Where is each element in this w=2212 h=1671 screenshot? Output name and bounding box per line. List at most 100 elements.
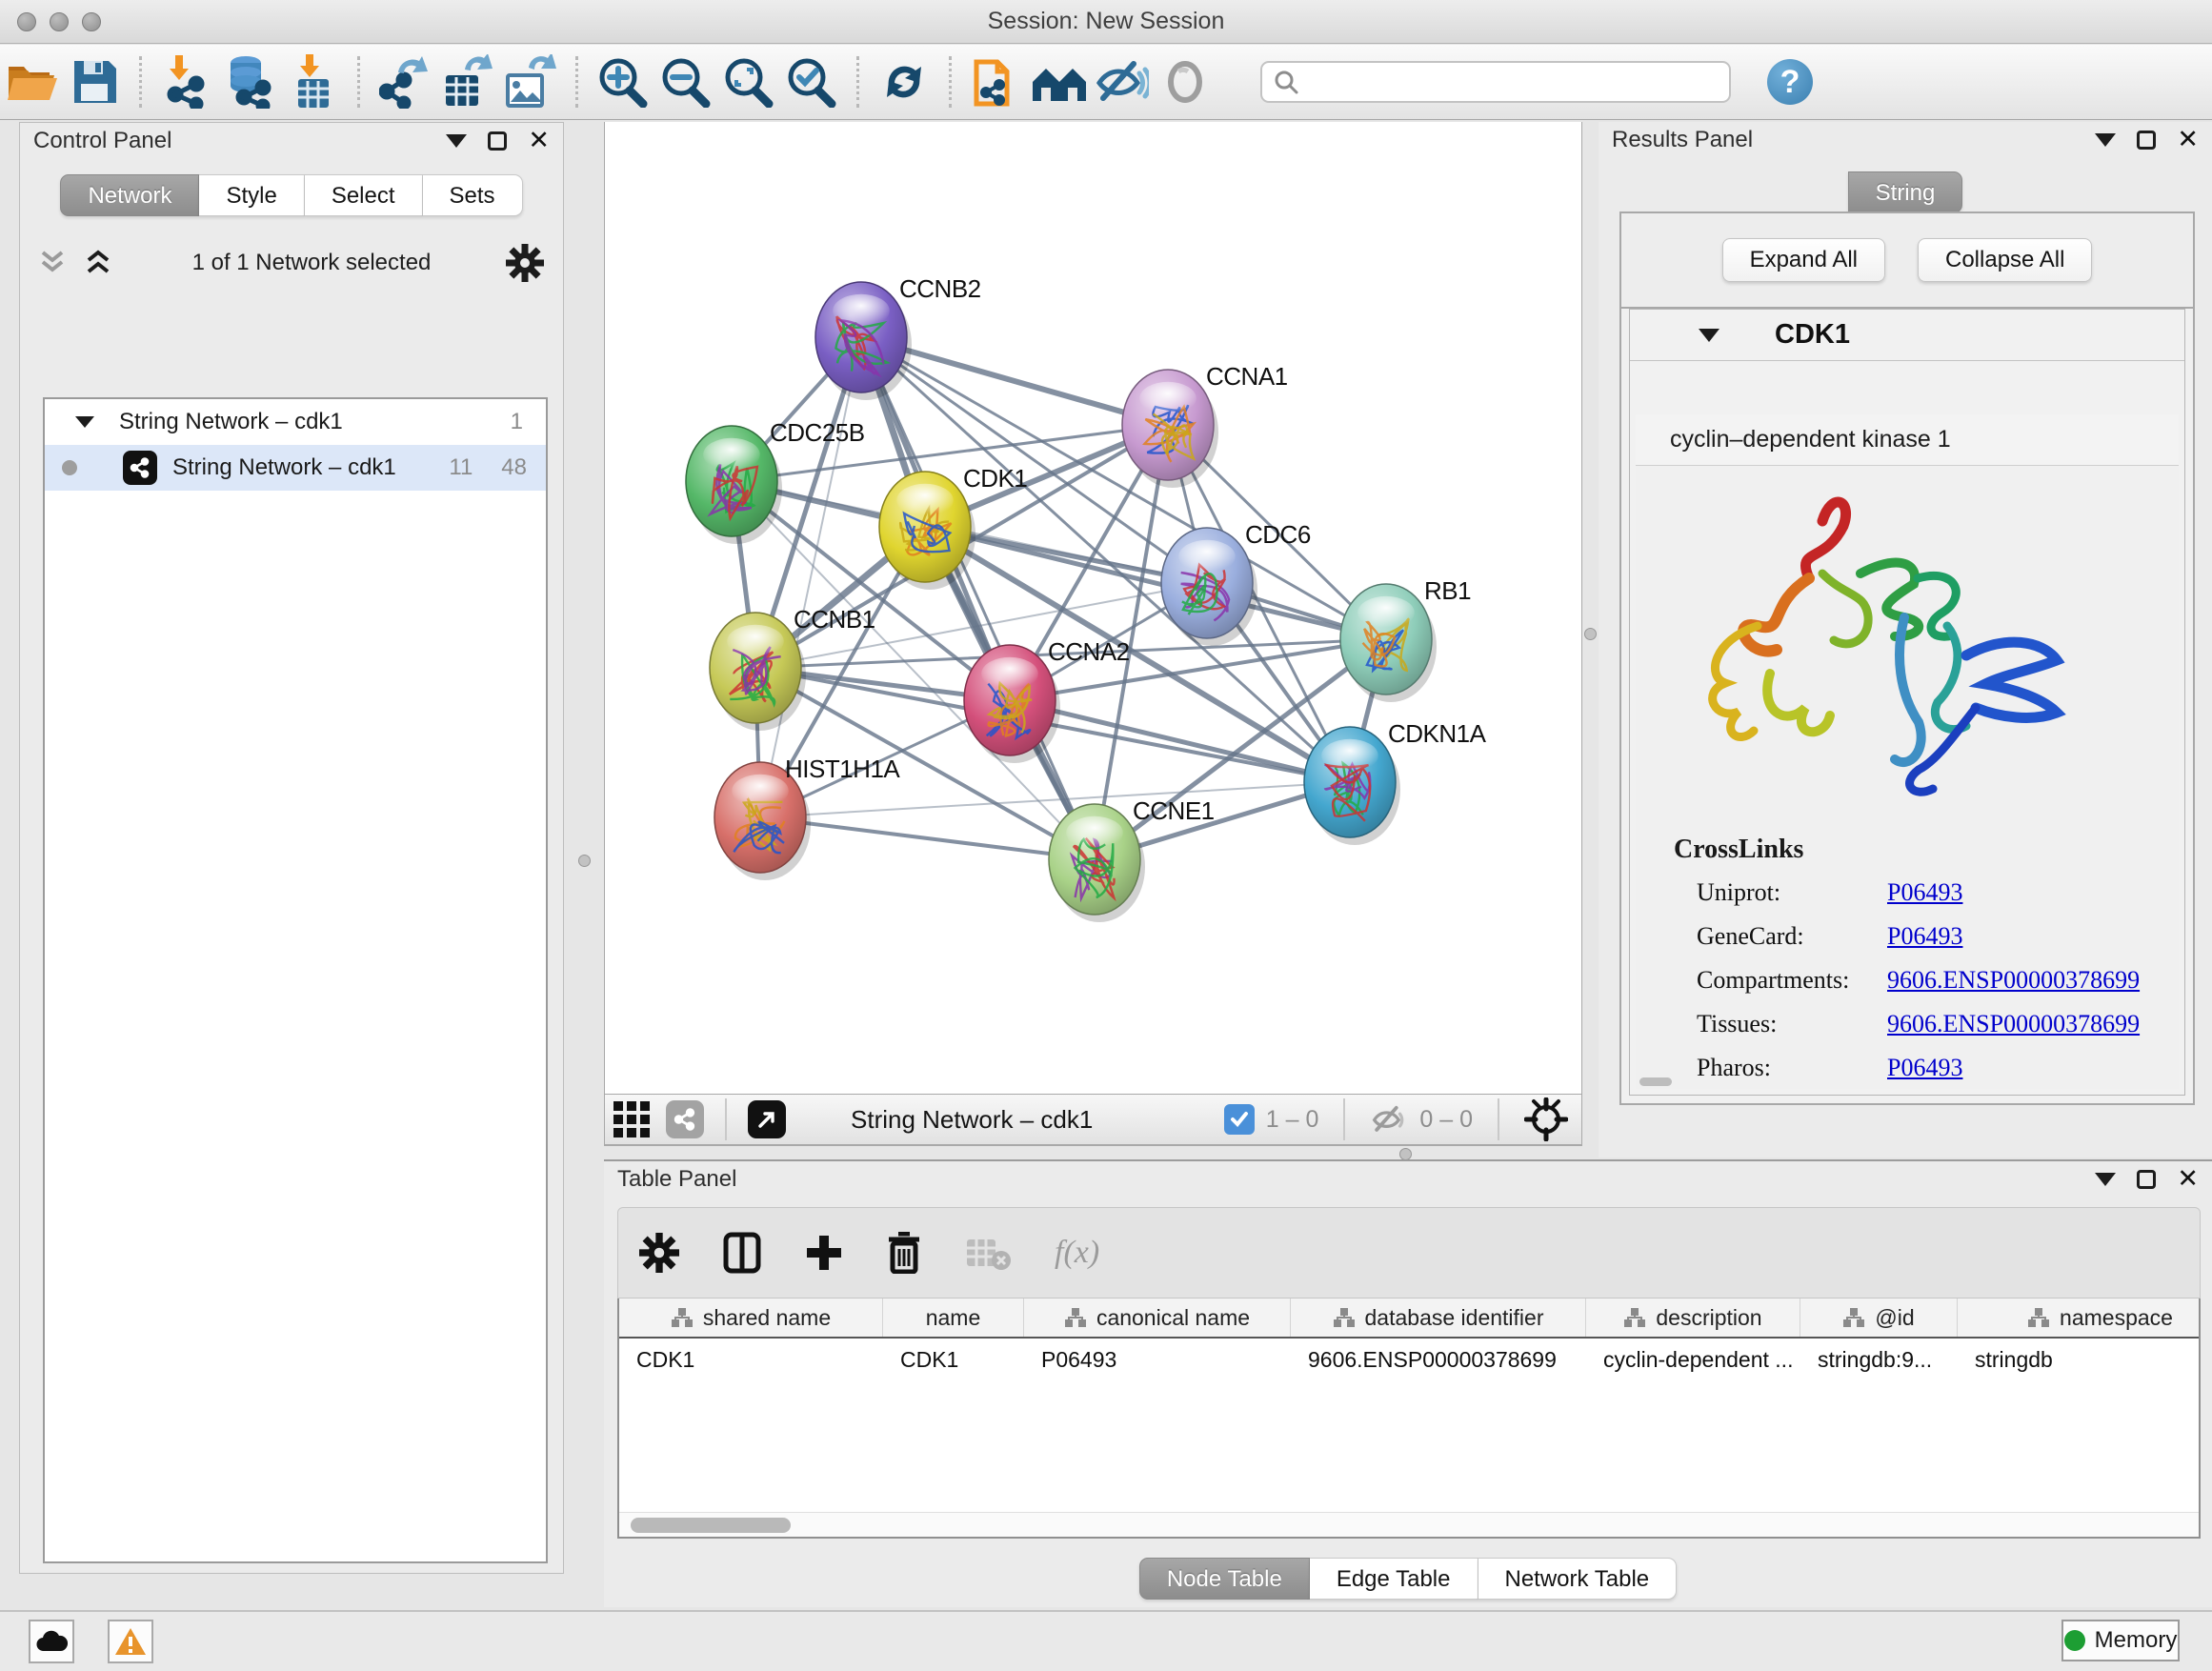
tab-sets[interactable]: Sets <box>423 174 523 216</box>
table-cell[interactable]: stringdb <box>1958 1347 2201 1373</box>
cloud-status-button[interactable] <box>29 1620 74 1663</box>
table-settings-gear-icon[interactable] <box>639 1233 679 1273</box>
zoom-fit-button[interactable] <box>717 51 780 112</box>
crosslink-compartments[interactable]: 9606.ENSP00000378699 <box>1887 966 2140 995</box>
expand-all-button[interactable]: Expand All <box>1722 238 1885 282</box>
tab-network[interactable]: Network <box>60 174 199 216</box>
column-label: canonical name <box>1096 1305 1250 1331</box>
show-columns-icon[interactable] <box>723 1232 761 1274</box>
tab-style[interactable]: Style <box>199 174 304 216</box>
node-CCNE1[interactable]: CCNE1 <box>1049 796 1215 922</box>
tab-string[interactable]: String <box>1848 171 1963 213</box>
column-header-description[interactable]: description <box>1586 1299 1800 1337</box>
fit-selected-crosshair-icon[interactable] <box>1524 1097 1568 1141</box>
node-CCNB2[interactable]: CCNB2 <box>815 274 981 400</box>
gene-header[interactable]: CDK1 <box>1630 310 2184 361</box>
node-HIST1H1A[interactable]: HIST1H1A <box>714 755 900 880</box>
collection-expand-icon[interactable] <box>75 416 94 428</box>
edge-CCNB2-HIST1H1A[interactable] <box>760 337 861 817</box>
column-header-canonical-name[interactable]: canonical name <box>1024 1299 1291 1337</box>
save-session-button[interactable] <box>63 51 126 112</box>
memory-button[interactable]: Memory <box>2061 1620 2180 1661</box>
crosslink-tissues[interactable]: 9606.ENSP00000378699 <box>1887 1010 2140 1038</box>
table-cell[interactable]: CDK1 <box>619 1347 883 1373</box>
export-table-button[interactable] <box>436 51 499 112</box>
warnings-button[interactable] <box>108 1620 153 1663</box>
column-label: description <box>1656 1305 1761 1331</box>
zoom-out-button[interactable] <box>654 51 717 112</box>
close-panel-icon[interactable]: ✕ <box>528 131 550 151</box>
table-cell[interactable]: cyclin-dependent ... <box>1586 1347 1800 1373</box>
table-cell[interactable]: CDK1 <box>883 1347 1024 1373</box>
string-view-toggle-button[interactable] <box>658 1089 712 1150</box>
birdseye-toggle-button[interactable] <box>605 1089 658 1150</box>
network-canvas[interactable]: CCNB2CCNA1CDC25BCDK1CDC6RB1CCNB1CCNA2CDK… <box>604 122 1582 1094</box>
export-network-button[interactable] <box>373 51 436 112</box>
help-button[interactable]: ? <box>1767 59 1813 105</box>
close-panel-icon[interactable]: ✕ <box>2177 131 2199 150</box>
panel-menu-icon[interactable] <box>2095 133 2116 147</box>
search-input[interactable] <box>1298 69 1708 95</box>
table-hscroll-thumb[interactable] <box>631 1518 791 1533</box>
network-collection-row[interactable]: String Network – cdk1 1 <box>45 399 546 445</box>
results-hscroll-thumb[interactable] <box>1639 1077 1672 1086</box>
node-CCNA1[interactable]: CCNA1 <box>1122 362 1288 488</box>
show-all-button[interactable] <box>1154 51 1217 112</box>
gene-collapse-icon[interactable] <box>1699 329 1719 342</box>
table-cell[interactable]: P06493 <box>1024 1347 1291 1373</box>
node-CCNB1[interactable]: CCNB1 <box>710 605 875 731</box>
gear-icon[interactable] <box>506 244 544 282</box>
column-header--id[interactable]: @id <box>1800 1299 1958 1337</box>
expand-all-icon[interactable] <box>85 249 117 277</box>
import-network-from-database-button[interactable] <box>218 51 281 112</box>
node-RB1[interactable]: RB1 <box>1340 576 1471 702</box>
export-view-button[interactable] <box>740 1089 794 1150</box>
right-splitter-handle[interactable] <box>1584 628 1597 640</box>
table-cell[interactable]: stringdb:9... <box>1800 1347 1958 1373</box>
crosslink-genecard[interactable]: P06493 <box>1887 922 1962 951</box>
tab-select[interactable]: Select <box>305 174 423 216</box>
node-table[interactable]: shared namename canonical name database id… <box>617 1299 2201 1539</box>
add-column-plus-icon[interactable] <box>805 1234 843 1272</box>
hide-selected-button[interactable] <box>1091 51 1154 112</box>
column-header-namespace[interactable]: namespace <box>1958 1299 2201 1337</box>
tab-node-table[interactable]: Node Table <box>1139 1558 1310 1600</box>
selected-checkbox-icon[interactable] <box>1224 1104 1255 1135</box>
zoom-in-button[interactable] <box>592 51 654 112</box>
node-CDK1[interactable]: CDK1 <box>879 464 1027 590</box>
toolbar-separator <box>357 56 360 108</box>
tab-edge-table[interactable]: Edge Table <box>1310 1558 1478 1600</box>
tab-network-table[interactable]: Network Table <box>1478 1558 1678 1600</box>
node-CDC25B[interactable]: CDC25B <box>686 418 865 544</box>
column-header-name[interactable]: name <box>883 1299 1024 1337</box>
table-row[interactable]: CDK1CDK1P064939606.ENSP00000378699cyclin… <box>619 1339 2199 1380</box>
network-row[interactable]: String Network – cdk1 11 48 <box>45 445 546 491</box>
export-image-button[interactable] <box>499 51 562 112</box>
panel-menu-icon[interactable] <box>446 134 467 148</box>
collapse-all-button[interactable]: Collapse All <box>1918 238 2092 282</box>
node-CDKN1A[interactable]: CDKN1A <box>1304 719 1487 845</box>
collection-count: 1 <box>511 409 523 435</box>
node-CCNA2[interactable]: CCNA2 <box>964 637 1130 763</box>
crosslink-uniprot[interactable]: P06493 <box>1887 878 1962 907</box>
collapse-all-icon[interactable] <box>39 249 71 277</box>
import-network-from-file-button[interactable] <box>155 51 218 112</box>
import-table-from-file-button[interactable] <box>281 51 344 112</box>
new-network-from-selection-button[interactable] <box>965 51 1028 112</box>
left-splitter-handle[interactable] <box>578 855 591 867</box>
crosslink-pharos[interactable]: P06493 <box>1887 1054 1962 1082</box>
first-neighbors-button[interactable] <box>1028 51 1091 112</box>
float-panel-icon[interactable] <box>2137 131 2156 150</box>
float-panel-icon[interactable] <box>2137 1170 2156 1189</box>
delete-column-trash-icon[interactable] <box>887 1232 921 1274</box>
apply-layout-button[interactable] <box>873 51 935 112</box>
panel-menu-icon[interactable] <box>2095 1173 2116 1186</box>
table-hscrollbar[interactable] <box>619 1512 2199 1537</box>
close-panel-icon[interactable]: ✕ <box>2177 1170 2199 1189</box>
open-session-button[interactable] <box>0 51 63 112</box>
zoom-selected-button[interactable] <box>780 51 843 112</box>
column-header-database-identifier[interactable]: database identifier <box>1291 1299 1586 1337</box>
table-cell[interactable]: 9606.ENSP00000378699 <box>1291 1347 1586 1373</box>
column-header-shared-name[interactable]: shared name <box>619 1299 883 1337</box>
float-panel-icon[interactable] <box>488 131 507 151</box>
